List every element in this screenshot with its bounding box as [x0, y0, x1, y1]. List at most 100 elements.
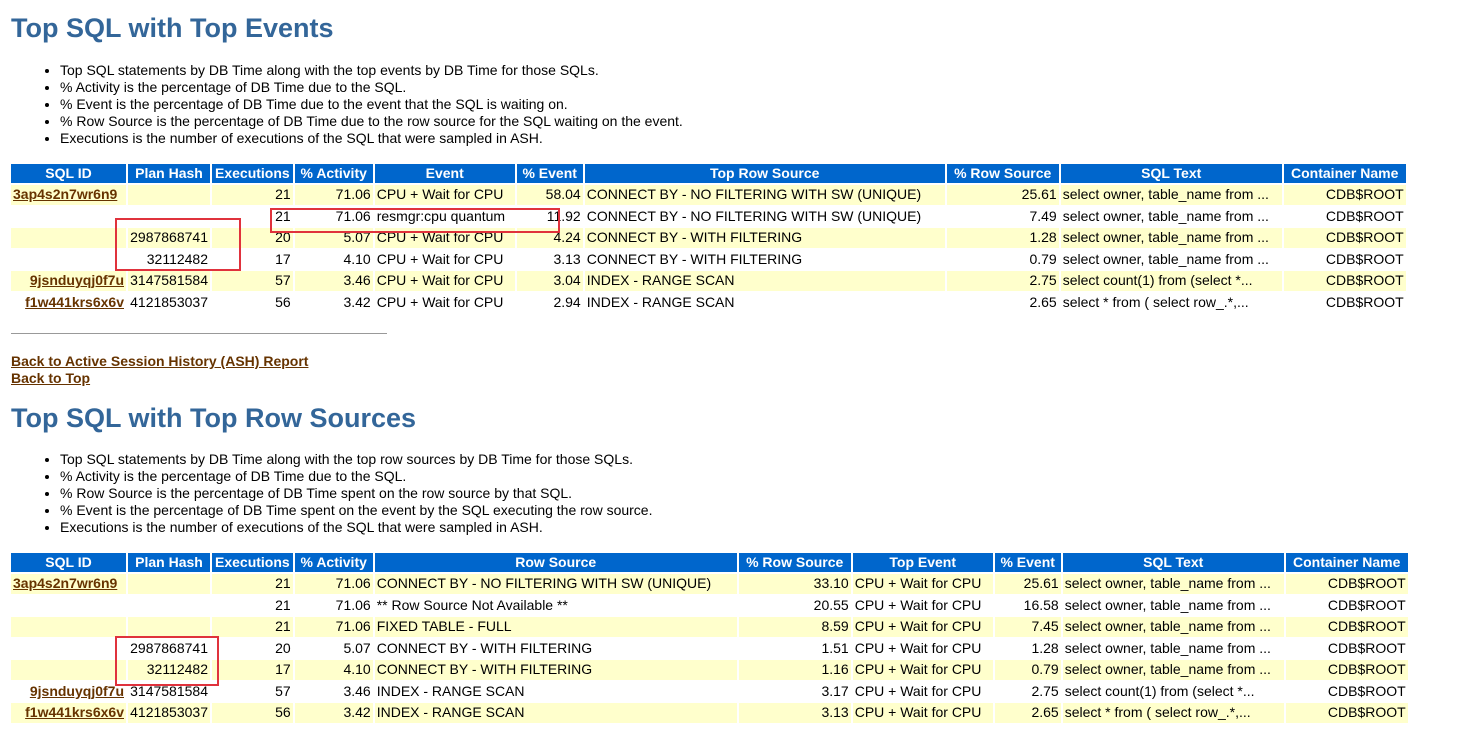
note-item: % Event is the percentage of DB Time spe… [60, 502, 960, 519]
sql-id-cell [11, 617, 126, 637]
row-source-pct-cell: 1.51 [738, 638, 851, 658]
container-name-cell: CDB$ROOT [1285, 617, 1408, 637]
container-name-cell: CDB$ROOT [1285, 638, 1408, 658]
row-source-pct-cell: 2.65 [946, 292, 1059, 312]
event-pct-cell: 4.24 [516, 228, 583, 248]
row-source-pct-cell: 3.17 [738, 681, 851, 701]
sql-text-cell: select owner, table_name from ... [1062, 660, 1284, 680]
sql-text-cell: select count(1) from (select *... [1060, 271, 1282, 291]
plan-hash-cell: 32112482 [128, 660, 210, 680]
event-pct-cell: 11.92 [516, 206, 583, 226]
sql-id-link[interactable]: 9jsnduyqj0f7u [30, 272, 124, 288]
col-header-activity: % Activity [294, 164, 373, 183]
col-header-executions: Executions [212, 164, 293, 183]
sql-id-link[interactable]: f1w441krs6x6v [25, 704, 124, 720]
executions-cell: 21 [212, 595, 293, 615]
col-header-row-source-pct: % Row Source [738, 553, 851, 572]
event-pct-cell: 2.75 [994, 681, 1061, 701]
table-row: 21 71.06 ** Row Source Not Available ** … [11, 595, 1408, 615]
sql-id-link[interactable]: 3ap4s2n7wr6n9 [13, 575, 117, 591]
row-source-pct-cell: 8.59 [738, 617, 851, 637]
note-item: % Activity is the percentage of DB Time … [60, 79, 960, 96]
event-cell: CPU + Wait for CPU [374, 292, 515, 312]
container-name-cell: CDB$ROOT [1283, 185, 1406, 205]
event-pct-cell: 58.04 [516, 185, 583, 205]
note-item: % Row Source is the percentage of DB Tim… [60, 113, 960, 130]
sql-id-cell[interactable]: f1w441krs6x6v [11, 703, 126, 723]
sql-id-link[interactable]: f1w441krs6x6v [25, 294, 124, 310]
note-item: % Row Source is the percentage of DB Tim… [60, 485, 960, 502]
back-to-ash-report-link[interactable]: Back to Active Session History (ASH) Rep… [11, 353, 308, 370]
container-name-cell: CDB$ROOT [1283, 249, 1406, 269]
row-source-cell: CONNECT BY - NO FILTERING WITH SW (UNIQU… [584, 185, 945, 205]
col-header-event: Event [374, 164, 515, 183]
container-name-cell: CDB$ROOT [1285, 574, 1408, 594]
table-row: f1w441krs6x6v 4121853037 56 3.42 INDEX -… [11, 703, 1408, 723]
event-pct-cell: 16.58 [994, 595, 1061, 615]
table-row: 3ap4s2n7wr6n9 21 71.06 CPU + Wait for CP… [11, 185, 1406, 205]
col-header-container-name: Container Name [1285, 553, 1408, 572]
event-cell: CPU + Wait for CPU [852, 660, 993, 680]
col-header-sql-text: SQL Text [1062, 553, 1284, 572]
container-name-cell: CDB$ROOT [1283, 228, 1406, 248]
table-row: 32112482 17 4.10 CPU + Wait for CPU 3.13… [11, 249, 1406, 269]
activity-cell: 5.07 [294, 228, 373, 248]
event-cell: CPU + Wait for CPU [374, 185, 515, 205]
note-item: % Event is the percentage of DB Time due… [60, 96, 960, 113]
row-source-pct-cell: 1.16 [738, 660, 851, 680]
sql-id-cell[interactable]: f1w441krs6x6v [11, 292, 126, 312]
note-item: Executions is the number of executions o… [60, 519, 960, 536]
section-divider [11, 333, 387, 334]
sql-text-cell: select owner, table_name from ... [1062, 617, 1284, 637]
event-cell: CPU + Wait for CPU [374, 228, 515, 248]
row-source-cell: ** Row Source Not Available ** [374, 595, 737, 615]
sql-id-cell[interactable]: 3ap4s2n7wr6n9 [11, 185, 126, 205]
executions-cell: 20 [212, 228, 293, 248]
table-row: 2987868741 20 5.07 CONNECT BY - WITH FIL… [11, 638, 1408, 658]
table-row: f1w441krs6x6v 4121853037 56 3.42 CPU + W… [11, 292, 1406, 312]
sql-id-cell[interactable]: 3ap4s2n7wr6n9 [11, 574, 126, 594]
table-row: 9jsnduyqj0f7u 3147581584 57 3.46 CPU + W… [11, 271, 1406, 291]
event-cell: CPU + Wait for CPU [374, 249, 515, 269]
col-header-top-row-source: Top Row Source [584, 164, 945, 183]
plan-hash-cell: 3147581584 [128, 681, 210, 701]
executions-cell: 57 [212, 271, 293, 291]
col-header-row-source-pct: % Row Source [946, 164, 1059, 183]
row-source-pct-cell: 33.10 [738, 574, 851, 594]
col-header-executions: Executions [212, 553, 293, 572]
activity-cell: 5.07 [294, 638, 373, 658]
sql-text-cell: select owner, table_name from ... [1062, 574, 1284, 594]
activity-cell: 3.46 [294, 681, 373, 701]
plan-hash-cell: 4121853037 [128, 703, 210, 723]
sql-id-link[interactable]: 3ap4s2n7wr6n9 [13, 186, 117, 202]
sql-id-cell [11, 206, 126, 226]
sql-id-cell[interactable]: 9jsnduyqj0f7u [11, 271, 126, 291]
event-cell: CPU + Wait for CPU [852, 703, 993, 723]
table-row: 32112482 17 4.10 CONNECT BY - WITH FILTE… [11, 660, 1408, 680]
table-row: 21 71.06 resmgr:cpu quantum 11.92 CONNEC… [11, 206, 1406, 226]
activity-cell: 4.10 [294, 249, 373, 269]
back-to-top-link[interactable]: Back to Top [11, 370, 308, 387]
plan-hash-cell [128, 185, 210, 205]
row-source-cell: CONNECT BY - WITH FILTERING [374, 660, 737, 680]
col-header-activity: % Activity [294, 553, 373, 572]
container-name-cell: CDB$ROOT [1283, 292, 1406, 312]
activity-cell: 3.46 [294, 271, 373, 291]
event-pct-cell: 25.61 [994, 574, 1061, 594]
activity-cell: 71.06 [294, 617, 373, 637]
executions-cell: 21 [212, 617, 293, 637]
row-source-pct-cell: 2.75 [946, 271, 1059, 291]
sql-id-cell[interactable]: 9jsnduyqj0f7u [11, 681, 126, 701]
sql-id-link[interactable]: 9jsnduyqj0f7u [30, 683, 124, 699]
sql-id-cell [11, 249, 126, 269]
row-source-cell: CONNECT BY - NO FILTERING WITH SW (UNIQU… [584, 206, 945, 226]
activity-cell: 71.06 [294, 185, 373, 205]
sql-id-cell [11, 228, 126, 248]
event-cell: CPU + Wait for CPU [852, 595, 993, 615]
col-header-row-source: Row Source [374, 553, 737, 572]
event-cell: CPU + Wait for CPU [852, 681, 993, 701]
plan-hash-cell: 2987868741 [128, 228, 210, 248]
plan-hash-cell: 2987868741 [128, 638, 210, 658]
activity-cell: 71.06 [294, 595, 373, 615]
plan-hash-cell [128, 206, 210, 226]
